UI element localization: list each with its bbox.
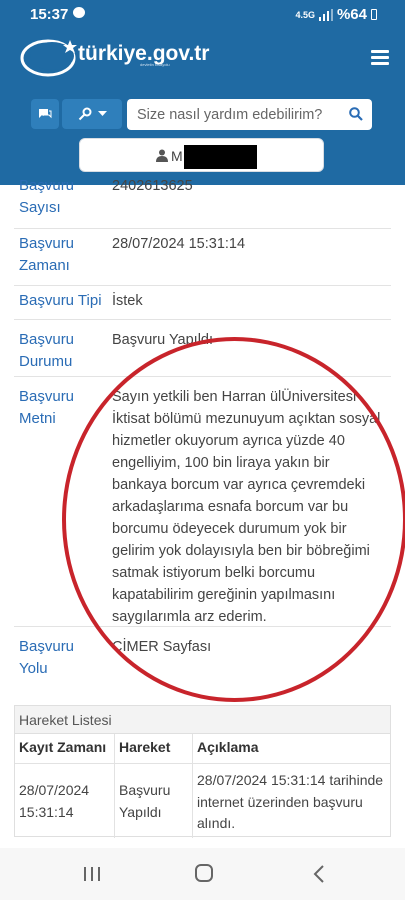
row-value: 2402613625 <box>112 178 193 194</box>
signal-icon <box>318 8 333 21</box>
message-notification-icon <box>73 7 85 18</box>
login-key-button[interactable] <box>62 99 122 129</box>
recent-apps-icon[interactable] <box>83 866 101 882</box>
chevron-down-icon <box>97 111 107 116</box>
row-value: 28/07/2024 15:31:14 <box>112 236 246 252</box>
user-name-initial: M <box>171 148 183 164</box>
row-label: Başvuru Yolu <box>19 638 75 677</box>
detail-row-application-status: Başvuru Durumu Başvuru Yapıldı <box>14 320 391 377</box>
system-nav-bar <box>0 848 405 900</box>
cell-action: Başvuru Yapıldı <box>119 782 171 820</box>
row-value: İstek <box>112 293 143 309</box>
action-list-title: Hareket Listesi <box>15 706 390 734</box>
hamburger-menu-icon[interactable] <box>371 50 389 65</box>
detail-row-application-number: Başvuru Sayısı 2402613625 <box>14 177 391 229</box>
row-label: Başvuru Sayısı <box>19 177 75 216</box>
action-list-panel: Hareket Listesi Kayıt Zamanı Hareket Açı… <box>14 705 391 838</box>
table-divider <box>15 763 390 764</box>
row-value: Sayın yetkili ben Harran ülÜniversitesi … <box>112 389 381 625</box>
battery-icon <box>371 9 377 20</box>
row-value: Başvuru Yapıldı <box>112 332 214 348</box>
detail-row-application-type: Başvuru Tipi İstek <box>14 286 391 320</box>
status-bar: 15:37 4.5G %64 <box>0 0 405 30</box>
search-box <box>127 99 372 130</box>
search-icon[interactable] <box>349 107 363 121</box>
column-header-action: Hareket <box>119 739 171 755</box>
battery-percent: %64 <box>336 6 367 23</box>
row-label: Başvuru Durumu <box>19 331 75 370</box>
status-time: 15:37 <box>30 6 69 23</box>
row-value: CİMER Sayfası <box>112 639 212 655</box>
row-label: Başvuru Metni <box>19 388 75 427</box>
column-header-time: Kayıt Zamanı <box>19 739 107 755</box>
column-divider <box>114 734 115 838</box>
network-label: 4.5G <box>295 9 315 20</box>
back-icon[interactable] <box>312 865 326 883</box>
row-label: Başvuru Zamanı <box>19 235 75 274</box>
column-header-description: Açıklama <box>197 739 259 755</box>
detail-row-application-text: Başvuru Metni Sayın yetkili ben Harran ü… <box>14 377 391 627</box>
crescent-star-logo-icon[interactable] <box>18 34 78 80</box>
site-header: türkiye.gov.tr devletin kısayolu M <box>0 30 405 185</box>
chat-icon <box>39 109 52 119</box>
user-icon <box>156 149 168 162</box>
row-label: Başvuru Tipi <box>19 292 102 309</box>
detail-row-application-time: Başvuru Zamanı 28/07/2024 15:31:14 <box>14 229 391 286</box>
logo-tagline: devletin kısayolu <box>140 62 170 67</box>
user-profile-button[interactable]: M <box>79 138 324 172</box>
cell-time: 28/07/2024 15:31:14 <box>19 782 90 820</box>
column-divider <box>192 734 193 838</box>
search-input[interactable] <box>137 99 342 130</box>
key-icon <box>78 107 91 121</box>
redaction-block <box>184 145 257 169</box>
chat-button[interactable] <box>31 99 59 129</box>
cell-description: 28/07/2024 15:31:14 tarihinde internet ü… <box>197 772 384 831</box>
status-indicators: 4.5G %64 <box>295 6 377 23</box>
detail-row-application-channel: Başvuru Yolu CİMER Sayfası <box>14 627 391 687</box>
home-icon[interactable] <box>195 864 213 882</box>
